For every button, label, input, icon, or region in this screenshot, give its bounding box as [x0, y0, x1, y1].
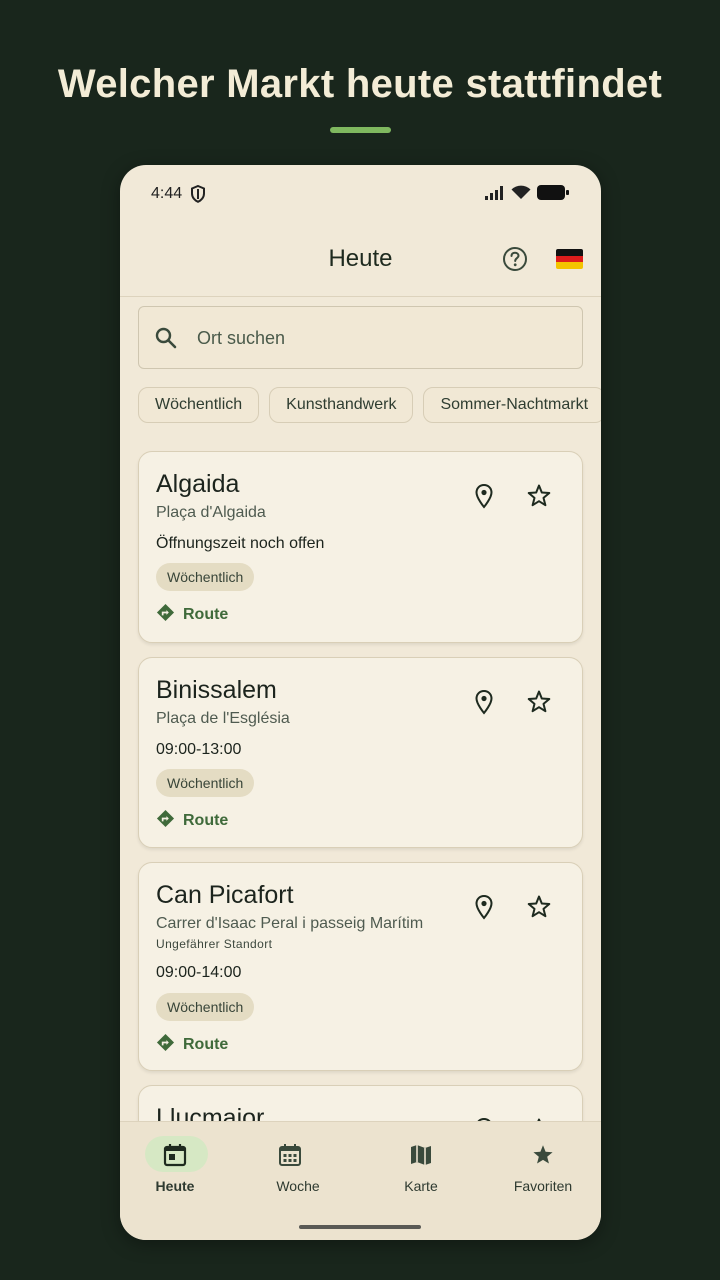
- route-label: Route: [183, 812, 229, 829]
- market-card[interactable]: Algaida Plaça d'Algaida Öffnungszeit noc…: [138, 451, 583, 643]
- market-name: Can Picafort: [156, 881, 294, 909]
- search-icon: [154, 326, 178, 355]
- status-time: 4:44: [151, 185, 183, 202]
- market-name: Algaida: [156, 470, 240, 498]
- route-label: Route: [183, 606, 229, 623]
- nav-week[interactable]: Woche: [240, 1122, 360, 1212]
- search-placeholder: Ort suchen: [197, 328, 286, 348]
- calendar-week-icon: [240, 1142, 360, 1168]
- market-tag: Wöchentlich: [156, 769, 255, 797]
- status-bar: 4:44: [120, 165, 601, 223]
- calendar-today-icon: [120, 1142, 240, 1168]
- promo-underline: [330, 127, 391, 133]
- signal-icon: [485, 185, 505, 205]
- directions-icon: [156, 603, 175, 627]
- star-icon: [483, 1142, 601, 1168]
- nav-favorites[interactable]: Favoriten: [483, 1122, 601, 1212]
- directions-icon: [156, 1033, 175, 1057]
- map-pin-button[interactable]: [470, 482, 498, 510]
- map-pin-button[interactable]: [470, 893, 498, 921]
- chip-crafts[interactable]: Kunsthandwerk: [269, 387, 414, 423]
- location-pin-icon: [470, 483, 498, 514]
- filter-chips: Wöchentlich Kunsthandwerk Sommer-Nachtma…: [138, 387, 601, 423]
- market-place: Plaça d'Algaida: [156, 504, 266, 521]
- promo-title: Welcher Markt heute stattfindet: [57, 62, 663, 106]
- location-pin-icon: [470, 689, 498, 720]
- directions-icon: [156, 809, 175, 833]
- market-tag: Wöchentlich: [156, 993, 255, 1021]
- chip-weekly[interactable]: Wöchentlich: [138, 387, 260, 423]
- nav-today[interactable]: Heute: [120, 1122, 240, 1212]
- wifi-icon: [511, 185, 531, 205]
- market-name: Binissalem: [156, 676, 277, 704]
- route-button[interactable]: Route: [156, 809, 228, 833]
- help-button[interactable]: [501, 245, 529, 273]
- nav-label: Karte: [404, 1178, 438, 1194]
- phone-screen: 4:44 Heute Ort suchen Wöchentlich Kunsth…: [120, 165, 601, 1240]
- star-outline-icon: [525, 690, 553, 720]
- favorite-button[interactable]: [525, 893, 553, 921]
- nav-map[interactable]: Karte: [361, 1122, 481, 1212]
- shield-icon: [191, 184, 205, 208]
- app-bar: Heute: [120, 223, 601, 297]
- market-time: Öffnungszeit noch offen: [156, 535, 325, 552]
- star-outline-icon: [525, 484, 553, 514]
- favorite-button[interactable]: [525, 482, 553, 510]
- route-button[interactable]: Route: [156, 1033, 228, 1057]
- market-time: 09:00-13:00: [156, 741, 242, 758]
- nav-label: Favoriten: [513, 1178, 573, 1194]
- market-time: 09:00-14:00: [156, 964, 242, 981]
- battery-icon: [537, 185, 569, 205]
- market-place: Carrer d'Isaac Peral i passeig Marítim: [156, 915, 424, 932]
- home-indicator[interactable]: [299, 1225, 421, 1229]
- nav-label: Woche: [276, 1178, 320, 1194]
- language-flag-button[interactable]: [556, 249, 583, 269]
- search-input[interactable]: Ort suchen: [138, 306, 583, 369]
- route-label: Route: [183, 1036, 229, 1053]
- star-outline-icon: [525, 895, 553, 925]
- market-card[interactable]: Binissalem Plaça de l'Església 09:00-13:…: [138, 657, 583, 848]
- map-pin-button[interactable]: [470, 688, 498, 716]
- favorite-button[interactable]: [525, 688, 553, 716]
- nav-label: Heute: [155, 1178, 195, 1194]
- route-button[interactable]: Route: [156, 603, 228, 627]
- market-tag: Wöchentlich: [156, 563, 255, 591]
- market-place: Plaça de l'Església: [156, 710, 290, 727]
- market-card[interactable]: Can Picafort Carrer d'Isaac Peral i pass…: [138, 862, 583, 1071]
- bottom-navigation: Heute Woche Karte Favoriten: [120, 1121, 601, 1240]
- chip-summer-night-market[interactable]: Sommer-Nachtmarkt: [423, 387, 601, 423]
- approximate-location-note: Ungefährer Standort: [156, 937, 273, 951]
- map-icon: [361, 1142, 481, 1168]
- location-pin-icon: [470, 894, 498, 925]
- help-icon: [501, 247, 529, 277]
